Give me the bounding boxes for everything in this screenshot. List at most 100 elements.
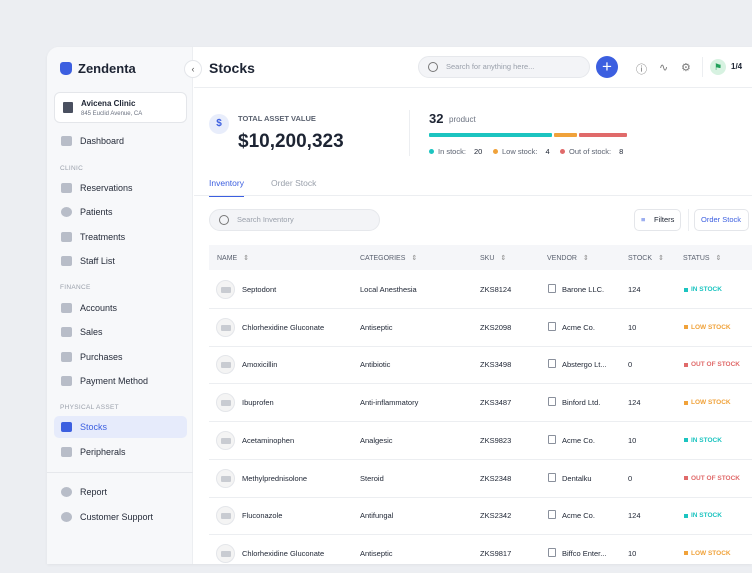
product-image [216, 393, 235, 412]
sidebar-item-sales[interactable]: Sales [54, 321, 187, 343]
product-image [216, 431, 235, 450]
sidebar-item-treatments[interactable]: Treatments [54, 226, 187, 248]
sidebar-item-reservations[interactable]: Reservations [54, 177, 187, 199]
sidebar-item-peripherals[interactable]: Peripherals [54, 441, 187, 463]
flag-icon[interactable]: ⚑ [710, 59, 726, 75]
clinic-address: 845 Euclid Avenue, CA [81, 111, 142, 117]
product-label: product [449, 115, 476, 124]
column-vendor[interactable]: VENDOR [547, 254, 589, 262]
status-text: OUT OF STOCK [691, 361, 740, 368]
product-name: Acetaminophen [242, 436, 294, 445]
category: Analgesic [360, 436, 393, 445]
column-categories[interactable]: CATEGORIES [360, 254, 417, 262]
table-row[interactable]: Septodont Local Anesthesia ZKS8124 Baron… [209, 271, 752, 309]
dashboard-icon [61, 136, 72, 146]
vendor: Binford Ltd. [562, 398, 600, 407]
legend-low-stock: Low stock:4 [493, 147, 550, 156]
table-row[interactable]: Fluconazole Antifungal ZKS2342 Acme Co. … [209, 497, 752, 535]
receipt-icon [61, 352, 72, 362]
help-icon[interactable]: ⓘ [636, 61, 647, 77]
global-search-input[interactable]: Search for anything here... [418, 56, 590, 78]
dollar-icon: $ [209, 114, 229, 134]
product-image [216, 355, 235, 374]
sku: ZKS8124 [480, 285, 511, 294]
label: Patients [80, 207, 113, 217]
table-row[interactable]: Chlorhexidine Gluconate Antiseptic ZKS98… [209, 535, 752, 573]
collapse-sidebar-button[interactable]: ‹ [184, 60, 202, 78]
label: Sales [80, 327, 103, 337]
app-window: Zendenta Avicena Clinic 845 Euclid Avenue… [47, 47, 752, 564]
activity-icon[interactable]: ∿ [659, 61, 668, 74]
product-image [216, 280, 235, 299]
sku: ZKS9817 [480, 549, 511, 558]
table-row[interactable]: Ibuprofen Anti-inflammatory ZKS3487 Binf… [209, 384, 752, 422]
sidebar-item-dashboard[interactable]: Dashboard [54, 130, 187, 152]
clinic-selector[interactable]: Avicena Clinic 845 Euclid Avenue, CA [54, 92, 187, 123]
accounts-icon [61, 303, 72, 313]
inventory-search-input[interactable]: Search Inventory [209, 209, 380, 231]
status-badge: LOW STOCK [684, 399, 731, 406]
clinic-name: Avicena Clinic [81, 99, 135, 108]
sidebar-item-report[interactable]: Report [54, 481, 187, 503]
order-stock-button[interactable]: Order Stock [694, 209, 749, 231]
stock: 124 [628, 398, 641, 407]
table-row[interactable]: Amoxicillin Antibiotic ZKS3498 Abstergo … [209, 346, 752, 384]
add-button[interactable]: + [596, 56, 618, 78]
divider [194, 87, 752, 88]
sku: ZKS2098 [480, 323, 511, 332]
page-title: Stocks [209, 60, 255, 76]
label: Customer Support [80, 512, 153, 522]
sku: ZKS9823 [480, 436, 511, 445]
label: Stocks [80, 422, 107, 432]
table-row[interactable]: Chlorhexidine Gluconate Antiseptic ZKS20… [209, 309, 752, 347]
label: Payment Method [80, 376, 148, 386]
label: Purchases [80, 352, 123, 362]
stock: 10 [628, 436, 636, 445]
filters-button[interactable]: Filters [634, 209, 681, 231]
table-row[interactable]: Acetaminophen Analgesic ZKS9823 Acme Co.… [209, 422, 752, 460]
product-name: Chlorhexidine Gluconate [242, 323, 324, 332]
vendor: Acme Co. [562, 323, 595, 332]
category: Steroid [360, 474, 384, 483]
legend-in-stock: In stock:20 [429, 147, 482, 156]
sidebar-item-accounts[interactable]: Accounts [54, 297, 187, 319]
label: Low stock: [502, 147, 537, 156]
user-icon [61, 207, 72, 217]
product-name: Chlorhexidine Gluconate [242, 549, 324, 558]
stock: 10 [628, 323, 636, 332]
divider [194, 195, 752, 196]
status-badge: IN STOCK [684, 286, 722, 293]
column-name[interactable]: NAME [217, 254, 249, 262]
status-text: LOW STOCK [691, 399, 731, 406]
status-badge: IN STOCK [684, 437, 722, 444]
label: Staff List [80, 256, 115, 266]
sidebar-item-stocks[interactable]: Stocks [54, 416, 187, 438]
status-badge: OUT OF STOCK [684, 475, 740, 482]
sidebar-item-purchases[interactable]: Purchases [54, 346, 187, 368]
tab-order-stock[interactable]: Order Stock [271, 178, 316, 188]
sidebar-item-patients[interactable]: Patients [54, 201, 187, 223]
vendor: Dentalku [562, 474, 592, 483]
sidebar-item-customer-support[interactable]: Customer Support [54, 506, 187, 528]
label: Peripherals [80, 447, 126, 457]
column-sku[interactable]: SKU [480, 254, 506, 262]
label: In stock: [438, 147, 466, 156]
label: Treatments [80, 232, 125, 242]
column-stock[interactable]: STOCK [628, 254, 664, 262]
divider [409, 110, 410, 156]
sidebar-item-staff-list[interactable]: Staff List [54, 250, 187, 272]
stock-icon [61, 422, 72, 432]
sidebar-item-payment-method[interactable]: Payment Method [54, 370, 187, 392]
total-asset-label: TOTAL ASSET VALUE [238, 114, 316, 123]
sku: ZKS2348 [480, 474, 511, 483]
status-badge: LOW STOCK [684, 324, 731, 331]
app-name: Zendenta [78, 61, 136, 76]
chart-icon [61, 327, 72, 337]
settings-icon[interactable]: ⚙ [681, 61, 691, 74]
column-status[interactable]: STATUS [683, 254, 721, 262]
product-name: Septodont [242, 285, 276, 294]
sku: ZKS2342 [480, 511, 511, 520]
table-row[interactable]: Methylprednisolone Steroid ZKS2348 Denta… [209, 460, 752, 498]
stock: 10 [628, 549, 636, 558]
headset-icon [61, 512, 72, 522]
